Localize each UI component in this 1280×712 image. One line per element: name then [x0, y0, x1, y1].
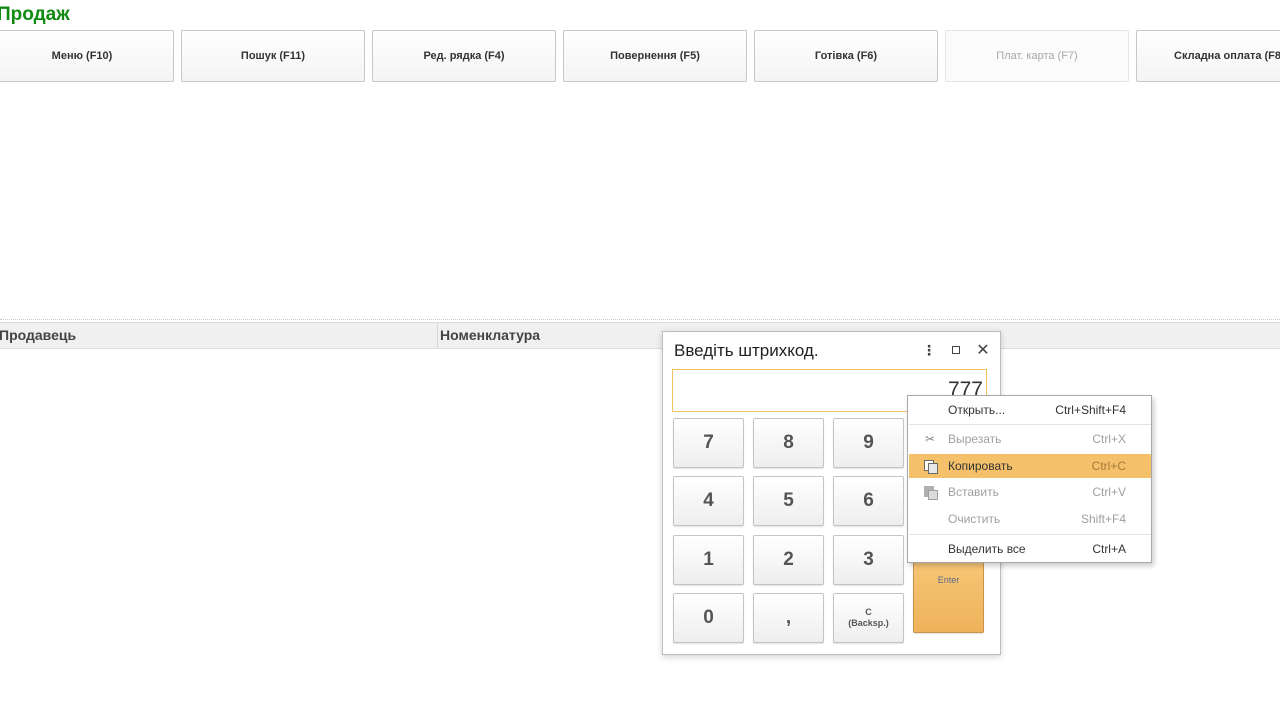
toolbar: Меню (F10) Пошук (F11) Ред. рядка (F4) П… — [0, 30, 1280, 84]
key-3[interactable]: 3 — [833, 535, 904, 585]
key-9[interactable]: 9 — [833, 418, 904, 468]
ctx-item-open[interactable]: Открыть... Ctrl+Shift+F4 — [909, 398, 1151, 422]
ctx-item-shortcut: Ctrl+X — [1092, 432, 1126, 446]
ctx-item-label: Очистить — [948, 512, 1001, 526]
ctx-item-shortcut: Ctrl+A — [1092, 542, 1126, 556]
ctx-item-label: Выделить все — [948, 542, 1026, 556]
key-0[interactable]: 0 — [673, 593, 744, 643]
return-button[interactable]: Повернення (F5) — [563, 30, 747, 82]
ctx-item-shortcut: Ctrl+C — [1091, 459, 1126, 473]
key-backspace[interactable]: C (Backsp.) — [833, 593, 904, 643]
ctx-item-paste: Вставить Ctrl+V — [909, 480, 1151, 504]
splitter[interactable] — [0, 319, 1280, 320]
ctx-item-label: Копировать — [948, 459, 1013, 473]
more-vertical-icon[interactable]: ⋮ — [919, 340, 939, 360]
column-header-seller[interactable]: Продавець — [0, 323, 76, 348]
ctx-item-clear: Очистить Shift+F4 — [909, 507, 1151, 531]
table-header: Продавець Номенклатура — [0, 322, 1280, 349]
close-icon[interactable]: ✕ — [973, 340, 993, 360]
ctx-item-shortcut: Ctrl+Shift+F4 — [1055, 403, 1126, 417]
copy-icon — [923, 459, 938, 474]
search-button[interactable]: Пошук (F11) — [181, 30, 365, 82]
key-4[interactable]: 4 — [673, 476, 744, 526]
ctx-item-select-all[interactable]: Выделить все Ctrl+A — [909, 537, 1151, 561]
menu-button[interactable]: Меню (F10) — [0, 30, 174, 82]
key-backspace-label: C — [865, 607, 872, 617]
ctx-item-copy[interactable]: Копировать Ctrl+C — [909, 454, 1151, 478]
ctx-item-shortcut: Shift+F4 — [1080, 512, 1126, 526]
ctx-item-shortcut: Ctrl+V — [1092, 485, 1126, 499]
key-8[interactable]: 8 — [753, 418, 824, 468]
column-header-nomenclature[interactable]: Номенклатура — [437, 323, 540, 348]
paste-icon — [923, 485, 938, 500]
ctx-item-label: Вставить — [948, 485, 999, 499]
ctx-separator — [909, 424, 1151, 425]
split-payment-button[interactable]: Складна оплата (F8) — [1136, 30, 1280, 82]
ctx-item-label: Вырезать — [948, 432, 1002, 446]
enter-button[interactable]: Enter — [913, 562, 984, 633]
scissors-icon: ✂ — [924, 432, 936, 446]
ctx-item-cut: ✂ Вырезать Ctrl+X — [909, 427, 1151, 451]
key-1[interactable]: 1 — [673, 535, 744, 585]
dialog-title: Введіть штрихкод. — [674, 341, 819, 360]
key-comma[interactable]: , — [753, 593, 824, 643]
key-6[interactable]: 6 — [833, 476, 904, 526]
page-title: Продаж — [0, 4, 70, 25]
key-5[interactable]: 5 — [753, 476, 824, 526]
edit-row-button[interactable]: Ред. рядка (F4) — [372, 30, 556, 82]
maximize-icon[interactable] — [946, 340, 966, 360]
context-menu: Открыть... Ctrl+Shift+F4 ✂ Вырезать Ctrl… — [907, 395, 1152, 563]
ctx-separator — [909, 534, 1151, 535]
ctx-item-label: Открыть... — [948, 403, 1006, 417]
card-payment-button: Плат. карта (F7) — [945, 30, 1129, 82]
key-7[interactable]: 7 — [673, 418, 744, 468]
key-backspace-sublabel: (Backsp.) — [848, 618, 889, 628]
cash-button[interactable]: Готівка (F6) — [754, 30, 938, 82]
key-2[interactable]: 2 — [753, 535, 824, 585]
